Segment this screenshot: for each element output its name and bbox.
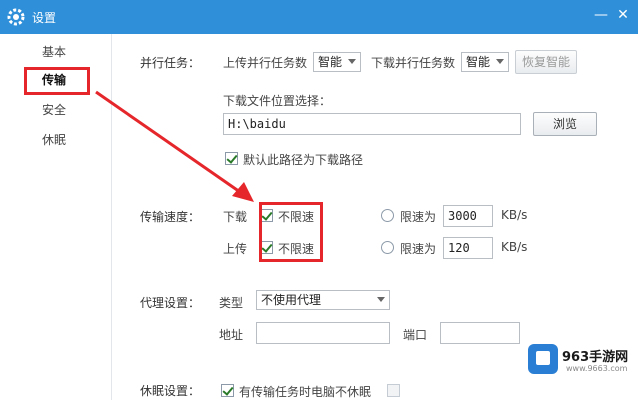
parallel-section-label: 并行任务： bbox=[140, 56, 201, 70]
proxy-port-label: 端口 bbox=[403, 328, 428, 342]
download-location-label: 下载文件位置选择： bbox=[223, 94, 332, 108]
watermark-text: 963手游网 bbox=[562, 350, 629, 365]
download-parallel-label: 下载并行任务数 bbox=[371, 56, 456, 70]
proxy-port-input[interactable] bbox=[440, 322, 520, 344]
upload-unit-label: KB/s bbox=[501, 240, 528, 254]
upload-speed-label: 上传 bbox=[223, 242, 248, 256]
sidebar-item-security[interactable]: 安全 bbox=[0, 98, 110, 122]
sidebar-item-basic[interactable]: 基本 bbox=[0, 40, 110, 64]
sidebar-item-sleep[interactable]: 休眠 bbox=[0, 128, 110, 152]
download-limit-label: 限速为 bbox=[400, 210, 437, 224]
download-speed-label: 下载 bbox=[223, 210, 248, 224]
no-sleep-checkbox[interactable] bbox=[221, 384, 234, 397]
download-unit-label: KB/s bbox=[501, 208, 528, 222]
proxy-section-label: 代理设置： bbox=[140, 296, 201, 310]
chevron-down-icon bbox=[496, 59, 504, 64]
sleep-section-label: 休眠设置： bbox=[140, 384, 201, 398]
default-path-checkbox[interactable] bbox=[225, 152, 238, 165]
settings-sidebar: 基本 传输 安全 休眠 bbox=[0, 34, 112, 400]
watermark-url: www.9663.com bbox=[566, 364, 628, 373]
download-limit-radio[interactable] bbox=[381, 209, 394, 222]
unlimited-highlight-box bbox=[259, 202, 323, 262]
close-button[interactable]: ✕ bbox=[614, 6, 632, 24]
chevron-down-icon bbox=[348, 59, 356, 64]
upload-limit-label: 限速为 bbox=[400, 242, 437, 256]
speed-section-label: 传输速度： bbox=[140, 210, 201, 224]
default-path-label: 默认此路径为下载路径 bbox=[243, 153, 364, 167]
gear-icon bbox=[7, 8, 25, 26]
chevron-down-icon bbox=[377, 297, 385, 302]
restore-smart-button[interactable]: 恢复智能 bbox=[515, 50, 577, 74]
minimize-button[interactable]: — bbox=[592, 6, 610, 24]
upload-parallel-label: 上传并行任务数 bbox=[223, 56, 308, 70]
no-sleep-label: 有传输任务时电脑不休眠 bbox=[239, 385, 372, 399]
window-title: 设置 bbox=[32, 11, 57, 25]
proxy-address-input[interactable] bbox=[256, 322, 390, 344]
title-bar: 设置 — ✕ bbox=[0, 0, 638, 34]
browse-button[interactable]: 浏览 bbox=[533, 112, 597, 136]
transfer-highlight-box bbox=[24, 67, 90, 95]
upload-limit-input[interactable] bbox=[443, 237, 493, 259]
proxy-type-select[interactable]: 不使用代理 bbox=[256, 290, 390, 310]
sleep-extra-checkbox[interactable] bbox=[387, 384, 400, 397]
site-watermark: 963手游网 www.9663.com bbox=[510, 342, 632, 378]
upload-parallel-select[interactable]: 智能 bbox=[313, 52, 361, 72]
download-limit-input[interactable] bbox=[443, 205, 493, 227]
proxy-address-label: 地址 bbox=[219, 328, 244, 342]
proxy-type-label: 类型 bbox=[219, 296, 244, 310]
download-parallel-select[interactable]: 智能 bbox=[461, 52, 509, 72]
download-path-input[interactable] bbox=[223, 113, 521, 135]
upload-limit-radio[interactable] bbox=[381, 241, 394, 254]
watermark-logo-icon bbox=[528, 344, 558, 374]
